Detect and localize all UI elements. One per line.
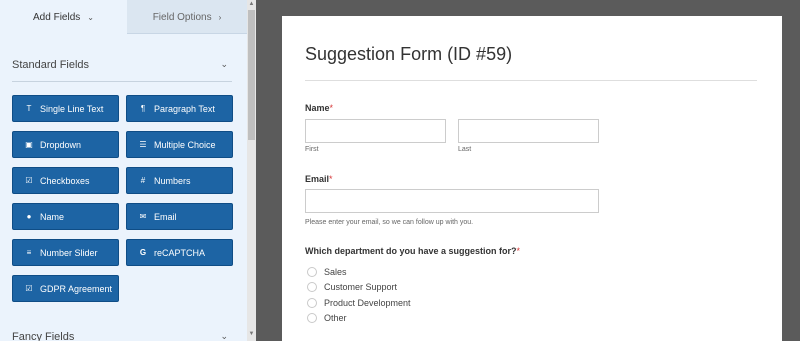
fields-list: Standard Fields ⌄ T Single Line Text ¶ P… [0, 35, 247, 341]
add-recaptcha-button[interactable]: G reCAPTCHA [126, 239, 233, 266]
text-cursor-icon: T [26, 104, 32, 113]
sliders-icon: ≡ [26, 248, 32, 257]
dropdown-icon: ▣ [25, 140, 33, 149]
radio-button[interactable] [307, 298, 317, 308]
checkbox-icon: ☑ [25, 176, 33, 185]
tab-field-options[interactable]: Field Options › [127, 0, 247, 34]
required-mark: * [329, 174, 333, 184]
field-button-label: reCAPTCHA [154, 247, 206, 258]
required-mark: * [329, 103, 334, 113]
department-field-label[interactable]: Which department do you have a suggestio… [305, 246, 520, 256]
form-preview: Suggestion Form (ID #59) Name* First Las… [282, 16, 782, 341]
scroll-up-arrow-icon[interactable]: ▲ [247, 0, 256, 9]
field-button-label: Dropdown [40, 139, 82, 150]
add-numbers-button[interactable]: # Numbers [126, 167, 233, 194]
scrollbar-thumb[interactable] [248, 10, 255, 140]
field-button-label: Paragraph Text [154, 103, 215, 114]
radio-option-product-development[interactable]: Product Development [307, 298, 411, 308]
field-button-label: Name [40, 211, 65, 222]
radio-label: Product Development [324, 298, 411, 308]
chevron-down-icon: ⌄ [220, 59, 228, 69]
radio-button[interactable] [307, 313, 317, 323]
add-name-button[interactable]: ● Name [12, 203, 119, 230]
paragraph-icon: ¶ [140, 104, 146, 113]
radio-option-other[interactable]: Other [307, 313, 347, 323]
radio-option-customer-support[interactable]: Customer Support [307, 282, 397, 292]
standard-fields-title: Standard Fields [12, 59, 90, 71]
add-email-button[interactable]: ✉ Email [126, 203, 233, 230]
tab-add-fields-label: Add Fields [33, 12, 81, 23]
email-field-label[interactable]: Email* [305, 174, 333, 184]
google-icon: G [139, 248, 147, 257]
tab-field-options-label: Field Options [152, 11, 212, 23]
name-field-label[interactable]: Name* [305, 103, 333, 113]
radio-label: Other [324, 313, 347, 323]
panel-tab-bar: Add Fields ⌄ Field Options › [0, 0, 247, 35]
email-input[interactable] [305, 189, 599, 213]
add-dropdown-button[interactable]: ▣ Dropdown [12, 131, 119, 158]
field-button-label: GDPR Agreement [40, 283, 113, 294]
fields-panel: Add Fields ⌄ Field Options › Standard Fi… [0, 0, 256, 341]
chevron-down-icon: ⌄ [220, 331, 228, 341]
add-single-line-text-button[interactable]: T Single Line Text [12, 95, 119, 122]
radio-label: Customer Support [324, 282, 398, 292]
add-checkboxes-button[interactable]: ☑ Checkboxes [12, 167, 119, 194]
first-name-sublabel: First [305, 146, 319, 153]
field-button-label: Checkboxes [40, 175, 90, 186]
add-gdpr-agreement-button[interactable]: ☑ GDPR Agreement [12, 275, 119, 302]
list-icon: ☰ [139, 140, 147, 149]
last-name-sublabel: Last [458, 146, 472, 153]
name-label-text: Name [305, 103, 330, 113]
fancy-fields-title: Fancy Fields [12, 331, 75, 341]
checkbox-icon: ☑ [25, 284, 33, 293]
add-multiple-choice-button[interactable]: ☰ Multiple Choice [126, 131, 233, 158]
chevron-right-icon: › [218, 12, 222, 22]
add-number-slider-button[interactable]: ≡ Number Slider [12, 239, 119, 266]
radio-button[interactable] [307, 282, 317, 292]
field-button-label: Multiple Choice [154, 139, 216, 150]
add-paragraph-text-button[interactable]: ¶ Paragraph Text [126, 95, 233, 122]
tab-add-fields[interactable]: Add Fields ⌄ [0, 0, 127, 35]
panel-scrollbar[interactable]: ▲ ▼ [247, 0, 256, 341]
field-button-label: Email [154, 211, 177, 222]
hash-icon: # [140, 176, 146, 185]
field-button-label: Numbers [154, 175, 191, 186]
last-name-input[interactable] [458, 119, 599, 143]
department-label-text: Which department do you have a suggestio… [305, 246, 517, 256]
fancy-fields-header[interactable]: Fancy Fields ⌄ [12, 331, 232, 341]
user-icon: ● [26, 212, 32, 221]
section-divider [12, 81, 232, 82]
email-description: Please enter your email, so we can follo… [305, 219, 474, 226]
standard-fields-header[interactable]: Standard Fields ⌄ [12, 59, 232, 71]
radio-button[interactable] [307, 267, 317, 277]
first-name-input[interactable] [305, 119, 446, 143]
envelope-icon: ✉ [139, 212, 147, 221]
title-divider [305, 80, 757, 81]
radio-option-sales[interactable]: Sales [307, 267, 347, 277]
form-title: Suggestion Form (ID #59) [305, 44, 513, 64]
radio-label: Sales [324, 267, 347, 277]
scroll-down-arrow-icon[interactable]: ▼ [247, 330, 256, 339]
email-label-text: Email [305, 174, 330, 184]
field-button-label: Single Line Text [40, 103, 104, 114]
required-mark: * [516, 246, 521, 256]
field-button-label: Number Slider [40, 247, 98, 258]
chevron-down-icon: ⌄ [87, 13, 94, 22]
